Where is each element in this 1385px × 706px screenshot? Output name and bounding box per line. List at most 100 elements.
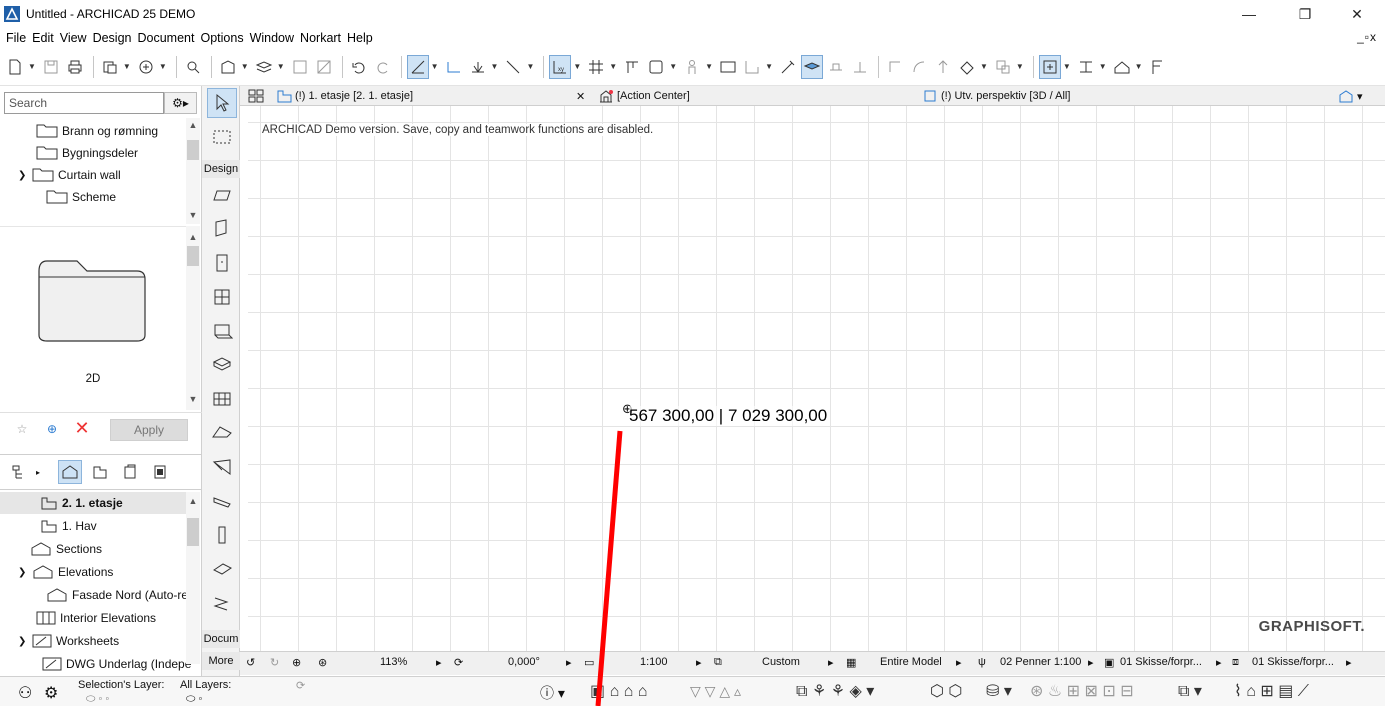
override-dropdown-icon[interactable]: ▸ — [1216, 656, 1222, 669]
tree-item-curtain-wall[interactable]: ❯ Curtain wall — [18, 164, 121, 186]
railing-tool-icon[interactable] — [207, 520, 237, 550]
close-tab-icon[interactable]: ✕ — [576, 86, 585, 106]
floor-plan-canvas[interactable]: ARCHICAD Demo version. Save, copy and te… — [248, 106, 1385, 651]
roof-dropdown-icon[interactable]: ▼ — [1135, 62, 1143, 71]
beam-dropdown-icon[interactable]: ▼ — [1099, 62, 1107, 71]
layout-book-icon[interactable] — [88, 460, 112, 484]
menu-window[interactable]: Window — [250, 31, 294, 45]
energy-icons[interactable]: ⊛ ♨ ⊞ ⊠ ⊡ ⊟ — [1030, 681, 1134, 701]
maximize-button[interactable]: ❐ — [1282, 2, 1328, 26]
tree-item-worksheets[interactable]: ❯ Worksheets — [18, 630, 119, 652]
flag-icon[interactable] — [1147, 55, 1169, 79]
guides-dropdown-icon[interactable]: ▼ — [431, 62, 439, 71]
profile-icon[interactable] — [825, 55, 847, 79]
redo-icon[interactable] — [372, 55, 394, 79]
override-icon[interactable]: ▣ — [1104, 656, 1114, 669]
mesh-tool-icon[interactable] — [207, 588, 237, 618]
minimize-button[interactable]: — — [1226, 2, 1272, 26]
renovation-icon[interactable] — [741, 55, 763, 79]
model-view-value[interactable]: Entire Model — [880, 656, 942, 668]
teamwork-icon[interactable] — [135, 55, 157, 79]
beam-icon[interactable] — [1075, 55, 1097, 79]
mdi-window-controls[interactable]: _▫x — [1357, 30, 1377, 44]
layer-combo-dropdown-icon[interactable]: ▸ — [828, 656, 834, 669]
grid-dropdown-icon[interactable]: ▼ — [609, 62, 617, 71]
chevron-down-icon[interactable]: ❯ — [18, 170, 30, 181]
trace-icons[interactable]: ▽ ▽ △ ▵ — [690, 683, 741, 700]
fit-in-window-icon[interactable]: ⊛ — [318, 656, 327, 669]
menu-document[interactable]: Document — [138, 31, 195, 45]
apply-button[interactable]: Apply — [110, 419, 188, 441]
scroll-up-icon[interactable]: ▲ — [186, 120, 200, 132]
zoom-in-icon[interactable]: ⊕ — [292, 656, 301, 669]
person-icon[interactable] — [681, 55, 703, 79]
group-dropdown-icon[interactable]: ▼ — [1016, 62, 1024, 71]
preview-scrollbar[interactable]: ▲ ▼ — [186, 226, 200, 410]
publish-dropdown-icon[interactable]: ▼ — [123, 62, 131, 71]
eye-icon[interactable]: ⬭ ◦ ◦ — [86, 693, 109, 706]
tree-item-brann[interactable]: Brann og rømning — [36, 120, 158, 142]
scroll-thumb[interactable] — [187, 246, 199, 266]
tab-action-center[interactable]: [Action Center] — [598, 86, 690, 106]
trace-reference-icon[interactable] — [645, 55, 667, 79]
print-icon[interactable] — [64, 55, 86, 79]
model-view-dropdown-icon[interactable]: ▸ — [956, 656, 962, 669]
tree-item-interior-elevations[interactable]: Interior Elevations — [36, 607, 156, 629]
tree-item-elevations[interactable]: ❯ Elevations — [18, 561, 113, 583]
roof-tool-icon[interactable] — [207, 418, 237, 448]
chevron-down-icon[interactable]: ❯ — [18, 567, 30, 578]
building-material-icon[interactable] — [217, 55, 239, 79]
layer-combo-icon[interactable]: ⧉ — [714, 656, 722, 669]
project-tree-scrollbar[interactable]: ▲ — [186, 492, 200, 664]
new-file-icon[interactable] — [4, 55, 26, 79]
all-layers-eye-icon[interactable]: ⬭ ◦ — [186, 693, 202, 706]
renovation-filter-value[interactable]: 01 Skisse/forpr... — [1252, 656, 1334, 668]
renovation-dropdown-icon[interactable]: ▸ — [1346, 656, 1352, 669]
delete-icon[interactable]: ✕ — [70, 417, 94, 441]
dimension-icon[interactable] — [717, 55, 739, 79]
tab-menu-icon[interactable]: ▾ — [1338, 86, 1363, 106]
curtain-wall-tool-icon[interactable] — [207, 384, 237, 414]
magic-wand-icon[interactable] — [777, 55, 799, 79]
element-dropdown-icon[interactable]: ▼ — [1063, 62, 1071, 71]
scale-dropdown-icon[interactable]: ▸ — [696, 656, 702, 669]
slab-tool-icon[interactable] — [207, 350, 237, 380]
search-input[interactable] — [4, 92, 164, 114]
menu-design[interactable]: Design — [93, 31, 132, 45]
material-dropdown-icon[interactable]: ▼ — [241, 62, 249, 71]
scroll-up-icon[interactable]: ▲ — [186, 232, 200, 244]
menu-norkart[interactable]: Norkart — [300, 31, 341, 45]
rotate-icon[interactable]: ⟳ — [454, 656, 463, 669]
tab-floor-plan[interactable]: (!) 1. etasje [2. 1. etasje] — [276, 86, 413, 106]
angle-dropdown-icon[interactable]: ▸ — [566, 656, 572, 669]
tree-item-bygningsdeler[interactable]: Bygningsdeler — [36, 142, 138, 164]
tree-item-story-2[interactable]: 2. 1. etasje — [0, 492, 186, 514]
scroll-down-icon[interactable]: ▼ — [186, 394, 200, 406]
layers-icon[interactable] — [253, 55, 275, 79]
intersect-icon[interactable] — [884, 55, 906, 79]
menu-file[interactable]: File — [6, 31, 26, 45]
roof-icon[interactable] — [1111, 55, 1133, 79]
line-dropdown-icon[interactable]: ▼ — [526, 62, 534, 71]
publish-set-icon[interactable]: ⧉ ▾ — [1178, 681, 1202, 701]
undo-icon[interactable] — [348, 55, 370, 79]
close-button[interactable]: ✕ — [1334, 2, 1380, 26]
group-icon[interactable] — [992, 55, 1014, 79]
tree-item-sections[interactable]: Sections — [30, 538, 102, 560]
new-dropdown-icon[interactable]: ▼ — [28, 62, 36, 71]
bim-cloud-icons[interactable]: ⌇ ⌂ ⊞ ▤ ⟋ — [1234, 681, 1309, 701]
person-dropdown-icon[interactable]: ▼ — [705, 62, 713, 71]
structure-display-icons[interactable]: ▣ ⌂ ⌂ ⌂ — [590, 681, 647, 701]
tab-3d-perspective[interactable]: (!) Utv. perspektiv [3D / All] — [922, 86, 1070, 106]
pen-set-icon[interactable]: ψ — [978, 656, 986, 668]
grid-snap-icon[interactable] — [585, 55, 607, 79]
menu-help[interactable]: Help — [347, 31, 373, 45]
fillet-icon[interactable] — [908, 55, 930, 79]
layer-group-icon[interactable]: ⚙ — [44, 683, 58, 703]
wall-tool-icon[interactable] — [207, 180, 237, 210]
refresh-icon[interactable]: ⟳ — [296, 679, 305, 692]
coordinate-dropdown-icon[interactable]: ▼ — [573, 62, 581, 71]
publish-icon[interactable] — [99, 55, 121, 79]
layout-icon[interactable] — [289, 55, 311, 79]
library-scrollbar[interactable]: ▲ ▼ — [186, 118, 200, 224]
